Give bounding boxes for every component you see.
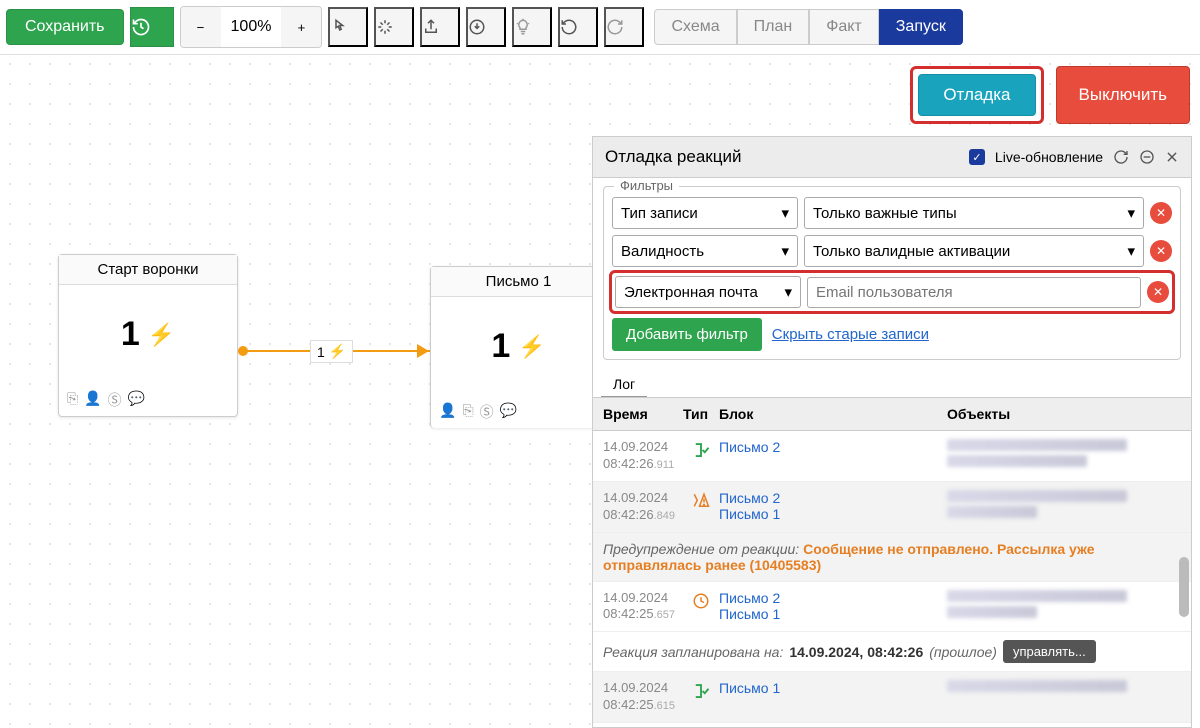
zoom-in-button[interactable]: +	[281, 7, 321, 47]
node-footer: ⎘ 👤 Ⓢ 💬	[59, 384, 237, 416]
log-row: 14.09.202408:42:25.615 Письмо 1	[593, 672, 1191, 723]
chevron-down-icon: ▾	[781, 242, 789, 260]
plan-row: Реакция запланирована на: 14.09.2024, 08…	[593, 632, 1191, 672]
connector-label: 1⚡	[310, 340, 353, 363]
warning-icon	[683, 490, 719, 524]
panel-title: Отладка реакций	[605, 147, 741, 167]
clock-icon	[683, 590, 719, 624]
live-checkbox[interactable]: ✓	[969, 149, 985, 165]
user-icon: 👤	[439, 402, 456, 422]
col-block: Блок	[719, 406, 947, 422]
user-icon: 👤	[84, 390, 101, 410]
toolbar: Сохранить − 100% + Схема План Факт Запус…	[0, 0, 1200, 55]
filter-val-select[interactable]: Только важные типы▾	[804, 197, 1144, 229]
manage-button[interactable]: управлять...	[1003, 640, 1096, 663]
node-title: Письмо 1	[431, 267, 606, 297]
block-link[interactable]: Письмо 2	[719, 490, 947, 506]
filters-label: Фильтры	[614, 178, 679, 193]
tab-plan[interactable]: План	[737, 9, 810, 45]
save-button[interactable]: Сохранить	[6, 9, 124, 45]
filter-delete-button[interactable]: ✕	[1147, 281, 1169, 303]
add-filter-button[interactable]: Добавить фильтр	[612, 318, 762, 351]
log-row: 14.09.202408:42:26.911 Письмо 2	[593, 431, 1191, 482]
tab-run[interactable]: Запуск	[879, 9, 963, 45]
money-icon: Ⓢ	[480, 402, 494, 422]
debug-highlight: Отладка	[910, 66, 1043, 124]
node-title: Старт воронки	[59, 255, 237, 285]
copy-icon: ⎘	[462, 402, 473, 422]
bolt-icon: ⚡	[518, 334, 545, 360]
debug-panel: Отладка реакций ✓ Live-обновление Фильтр…	[592, 136, 1192, 728]
redo-button[interactable]	[604, 7, 644, 47]
scrollbar[interactable]	[1179, 557, 1189, 617]
close-icon[interactable]	[1165, 150, 1179, 164]
email-filter-highlight: Электронная почта▾ ✕	[609, 270, 1175, 314]
chevron-down-icon: ▾	[1127, 204, 1135, 222]
block-link[interactable]: Письмо 1	[719, 606, 947, 622]
view-tabs: Схема План Факт Запуск	[654, 9, 962, 45]
success-icon	[683, 680, 719, 714]
chevron-down-icon: ▾	[781, 204, 789, 222]
obj-blur	[947, 590, 1181, 624]
filter-key-select[interactable]: Валидность▾	[612, 235, 798, 267]
action-bar: Отладка Выключить	[910, 66, 1190, 124]
block-link[interactable]: Письмо 1	[719, 506, 947, 522]
success-icon	[683, 439, 719, 473]
email-input[interactable]	[807, 277, 1141, 308]
zoom-value: 100%	[221, 10, 282, 44]
filters-box: Фильтры Тип записи▾ Только важные типы▾ …	[603, 186, 1181, 360]
filter-val-select[interactable]: Только валидные активации▾	[804, 235, 1144, 267]
debug-button[interactable]: Отладка	[918, 74, 1035, 116]
history-button[interactable]	[130, 7, 174, 47]
canvas[interactable]: Отладка Выключить Старт воронки 1⚡ ⎘ 👤 Ⓢ…	[0, 54, 1200, 728]
hide-old-link[interactable]: Скрыть старые записи	[772, 326, 929, 343]
panel-header: Отладка реакций ✓ Live-обновление	[593, 137, 1191, 178]
col-time: Время	[603, 406, 683, 422]
node-count: 1	[491, 327, 510, 366]
tab-scheme[interactable]: Схема	[654, 9, 736, 45]
filter-key-select[interactable]: Тип записи▾	[612, 197, 798, 229]
undo-button[interactable]	[558, 7, 598, 47]
tab-fact[interactable]: Факт	[809, 9, 879, 45]
warning-row: Предупреждение от реакции: Сообщение не …	[593, 533, 1191, 582]
col-obj: Объекты	[947, 406, 1181, 422]
col-type: Тип	[683, 406, 719, 422]
off-button[interactable]: Выключить	[1056, 66, 1190, 124]
filter-delete-button[interactable]: ✕	[1150, 202, 1172, 224]
log-tab[interactable]: Лог	[601, 370, 647, 397]
chat-icon: 💬	[128, 390, 145, 410]
share-button[interactable]	[420, 7, 460, 47]
zoom-out-button[interactable]: −	[181, 7, 221, 47]
pointer-button[interactable]	[328, 7, 368, 47]
block-link[interactable]: Письмо 2	[719, 439, 947, 455]
minimize-icon[interactable]	[1139, 149, 1155, 165]
node-count: 1	[121, 315, 140, 354]
idea-button[interactable]	[512, 7, 552, 47]
zoom-group: − 100% +	[180, 6, 323, 48]
copy-icon: ⎘	[67, 390, 78, 410]
node-footer: 👤 ⎘ Ⓢ 💬	[431, 396, 606, 428]
node-start[interactable]: Старт воронки 1 ⚡ ⎘ 👤 Ⓢ 💬	[58, 254, 238, 417]
live-label: Live-обновление	[995, 149, 1103, 165]
chevron-down-icon: ▾	[1127, 242, 1135, 260]
obj-blur	[947, 490, 1181, 524]
log-body[interactable]: 14.09.202408:42:26.911 Письмо 2 14.09.20…	[593, 431, 1191, 727]
log-header: Время Тип Блок Объекты	[593, 397, 1191, 431]
node-letter1[interactable]: Письмо 1 1 ⚡ 👤 ⎘ Ⓢ 💬	[430, 266, 606, 428]
obj-blur	[947, 439, 1181, 473]
filter-key-select[interactable]: Электронная почта▾	[615, 276, 801, 308]
bolt-icon: ⚡	[148, 322, 175, 348]
download-button[interactable]	[466, 7, 506, 47]
chat-icon: 💬	[500, 402, 517, 422]
chevron-down-icon: ▾	[784, 283, 792, 301]
money-icon: Ⓢ	[108, 390, 122, 410]
log-row: 14.09.202408:42:26.849 Письмо 2Письмо 1	[593, 482, 1191, 533]
magic-button[interactable]	[374, 7, 414, 47]
obj-blur	[947, 680, 1181, 714]
filter-delete-button[interactable]: ✕	[1150, 240, 1172, 262]
block-link[interactable]: Письмо 1	[719, 680, 947, 696]
refresh-icon[interactable]	[1113, 149, 1129, 165]
log-row: 14.09.202408:42:25.657 Письмо 2Письмо 1	[593, 582, 1191, 633]
block-link[interactable]: Письмо 2	[719, 590, 947, 606]
